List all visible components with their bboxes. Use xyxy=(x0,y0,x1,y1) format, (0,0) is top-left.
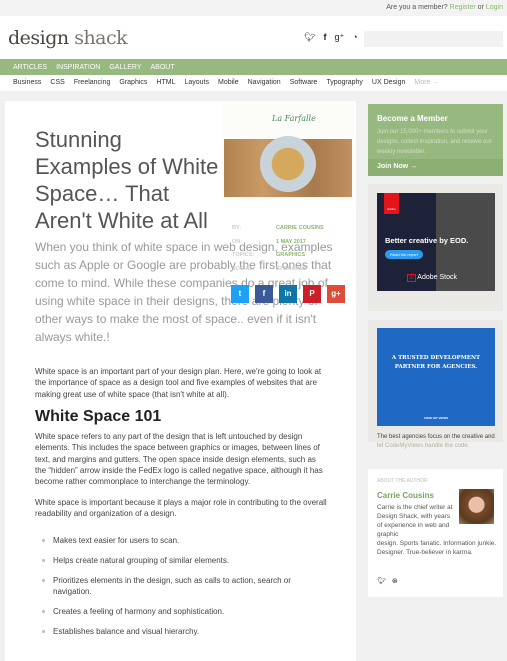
rss-icon[interactable]: ◔ xyxy=(352,32,357,43)
share-linkedin-button[interactable]: in xyxy=(279,285,297,303)
or-text: or xyxy=(477,4,484,11)
adobe-ad-banner[interactable]: Adobe Better creative by EOD. Read the r… xyxy=(377,193,495,291)
meta-label: TOPICS: xyxy=(232,252,255,259)
main-nav: ARTICLES INSPIRATION GALLERY ABOUT xyxy=(0,59,507,75)
article-meta: BY: CARRIE COUSINS ON: 1 MAY 2017 TOPICS: G… xyxy=(232,222,324,277)
nav-gallery[interactable]: GALLERY xyxy=(109,64,141,75)
share-google-plus-button[interactable]: g+ xyxy=(327,285,345,303)
codemyviews-ad-banner[interactable]: A TRUSTED DEVELOPMENT PARTNER FOR AGENCI… xyxy=(377,328,495,426)
list-item: Creates a feeling of harmony and sophist… xyxy=(42,606,327,617)
author-bio: Carrie is the chief writer at Design Sha… xyxy=(377,503,499,557)
ad-headline: Better creative by EOD. xyxy=(385,236,469,245)
author-label: ABOUT THE AUTHOR xyxy=(377,478,428,484)
paragraph: White space refers to any part of the de… xyxy=(35,432,323,487)
category-freelancing[interactable]: Freelancing xyxy=(74,79,111,91)
category-graphics[interactable]: Graphics xyxy=(119,79,147,91)
ad-headline: A TRUSTED DEVELOPMENT PARTNER FOR AGENCI… xyxy=(391,355,481,370)
category-nav: Business CSS Freelancing Graphics HTML L… xyxy=(0,75,507,91)
category-navigation[interactable]: Navigation xyxy=(248,79,281,91)
benefits-list: Makes text easier for users to scan. Hel… xyxy=(35,535,327,637)
share-pinterest-button[interactable]: P xyxy=(303,285,321,303)
pasta-plate-image xyxy=(224,136,352,197)
meta-value: 1 MAY 2017 xyxy=(276,238,306,245)
nav-about[interactable]: ABOUT xyxy=(151,64,175,75)
bio-part: design. Sports fanatic. Information junk… xyxy=(377,540,497,556)
list-item: Makes text easier for users to scan. xyxy=(42,535,327,546)
google-plus-icon[interactable]: g⁺ xyxy=(334,32,344,43)
bio-part: Carrie is the chief writer at Design Sha… xyxy=(377,504,453,538)
category-typography[interactable]: Typography xyxy=(326,79,363,91)
adobe-logo: Adobe xyxy=(384,193,399,214)
share-buttons: t f in P g+ xyxy=(231,285,345,303)
login-link[interactable]: Login xyxy=(486,4,503,11)
topic-link[interactable]: GRAPHICS xyxy=(276,252,305,258)
logo-word-design: design xyxy=(8,27,69,49)
author-social: 🐦︎ ⊛ xyxy=(377,577,398,585)
pinterest-icon: P xyxy=(309,289,315,298)
search-input[interactable] xyxy=(364,31,503,47)
membership-box: Become a Member Join our 15,000+ members… xyxy=(368,104,503,176)
read-report-button[interactable]: Read the report xyxy=(385,250,423,259)
facebook-icon[interactable]: f xyxy=(323,32,326,43)
membership-title: Become a Member xyxy=(377,114,448,123)
facebook-icon: f xyxy=(262,289,266,298)
meta-social: SOCIAL: 32 SHARES xyxy=(232,263,324,277)
author-box: ABOUT THE AUTHOR Carrie Cousins Carrie i… xyxy=(368,469,503,597)
logo-word-shack: shack xyxy=(74,27,128,49)
category-css[interactable]: CSS xyxy=(50,79,64,91)
ad-caption: The best agencies focus on the creative … xyxy=(377,433,501,451)
top-bar: Are you a member? Register or Login xyxy=(0,0,507,16)
category-html[interactable]: HTML xyxy=(156,79,175,91)
meta-topics: TOPICS: GRAPHICS xyxy=(232,249,324,263)
adobe-stock-logo: St Adobe Stock xyxy=(407,274,457,282)
twitter-icon: t xyxy=(238,289,242,298)
author-link[interactable]: CARRIE COUSINS xyxy=(276,225,324,231)
meta-author: BY: CARRIE COUSINS xyxy=(232,222,324,236)
image-logo-text: La Farfalle xyxy=(272,114,316,123)
member-question: Are you a member? xyxy=(386,4,448,11)
twitter-icon[interactable]: 🐦︎ xyxy=(377,578,386,585)
nav-articles[interactable]: ARTICLES xyxy=(13,64,47,75)
nav-inspiration[interactable]: INSPIRATION xyxy=(56,64,100,75)
paragraph: White space is an important part of your… xyxy=(35,367,322,399)
category-mobile[interactable]: Mobile xyxy=(218,79,239,91)
join-now-button[interactable]: Join Now → xyxy=(368,159,503,176)
section-heading: White Space 101 xyxy=(35,407,162,425)
category-layouts[interactable]: Layouts xyxy=(184,79,209,91)
dribbble-icon[interactable]: ⊛ xyxy=(392,578,398,585)
codemyviews-logo: CODE MY VIEWS xyxy=(423,416,449,420)
share-twitter-button[interactable]: t xyxy=(231,285,249,303)
codemyviews-ad: A TRUSTED DEVELOPMENT PARTNER FOR AGENCI… xyxy=(368,320,503,449)
share-facebook-button[interactable]: f xyxy=(255,285,273,303)
linkedin-icon: in xyxy=(284,289,292,298)
category-more[interactable]: More → xyxy=(414,79,439,91)
article-body: White space is an important part of your… xyxy=(35,366,327,646)
meta-label: SOCIAL: xyxy=(232,266,255,273)
google-plus-icon: g+ xyxy=(331,289,341,298)
register-link[interactable]: Register xyxy=(450,4,476,11)
meta-label: ON: xyxy=(232,238,243,245)
author-name[interactable]: Carrie Cousins xyxy=(377,491,434,500)
category-software[interactable]: Software xyxy=(290,79,318,91)
adobe-ad: Adobe Better creative by EOD. Read the r… xyxy=(368,184,503,311)
social-links: 🐦︎ f g⁺ ◔ xyxy=(304,32,358,43)
codemyviews-link[interactable]: let CodeMyViews handle the code. xyxy=(377,443,469,449)
list-item: Prioritizes elements in the design, such… xyxy=(42,575,327,598)
article-title: Stunning Examples of White Space… That A… xyxy=(35,127,219,233)
membership-text: Join our 15,000+ members to submit your … xyxy=(377,129,492,155)
list-item: Establishes balance and visual hierarchy… xyxy=(42,626,327,637)
list-item: Helps create natural grouping of similar… xyxy=(42,555,327,566)
meta-value: 32 SHARES xyxy=(276,266,307,273)
category-business[interactable]: Business xyxy=(13,79,41,91)
paragraph: White space is important because it play… xyxy=(35,497,327,518)
caption-text: The best agencies focus on the creative … xyxy=(377,434,495,440)
site-logo[interactable]: design shack xyxy=(8,27,128,49)
meta-date: ON: 1 MAY 2017 xyxy=(232,236,324,250)
category-ux-design[interactable]: UX Design xyxy=(372,79,405,91)
meta-label: BY: xyxy=(232,225,242,231)
twitter-icon[interactable]: 🐦︎ xyxy=(304,32,315,43)
